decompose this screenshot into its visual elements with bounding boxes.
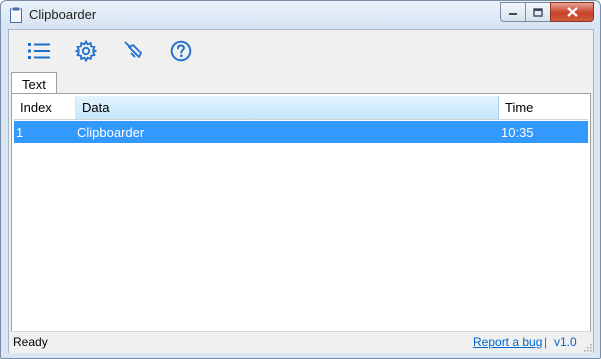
list-button[interactable]	[26, 38, 52, 64]
status-bar: Ready Report a bug | v1.0	[9, 331, 593, 353]
column-header-index[interactable]: Index	[14, 96, 76, 119]
close-icon	[566, 7, 578, 17]
column-header-time[interactable]: Time	[499, 96, 588, 119]
list-icon	[28, 43, 50, 59]
settings-button[interactable]	[73, 38, 99, 64]
help-icon	[170, 40, 192, 62]
maximize-button[interactable]	[525, 2, 550, 22]
version-label: v1.0	[554, 335, 577, 349]
maximize-icon	[533, 7, 543, 17]
clipboard-list[interactable]: Index Data Time 1 Clipboarder 10:35	[11, 93, 591, 333]
column-header-data[interactable]: Data	[76, 96, 499, 119]
window-title: Clipboarder	[29, 7, 97, 22]
status-text: Ready	[13, 335, 48, 349]
window-controls	[500, 2, 594, 22]
help-button[interactable]	[168, 38, 194, 64]
client-area: Text Index Data Time 1 Clipboarder 10:35…	[8, 29, 594, 353]
close-button[interactable]	[550, 2, 594, 22]
report-bug-link[interactable]: Report a bug	[473, 335, 542, 349]
minimize-icon	[509, 13, 517, 15]
table-header: Index Data Time	[14, 96, 588, 120]
row-index: 1	[16, 124, 24, 140]
row-time: 10:35	[501, 124, 534, 140]
row-data: Clipboarder	[77, 124, 145, 140]
toolbar	[9, 30, 593, 70]
tab-strip: Text	[9, 70, 593, 95]
table-row[interactable]: 1 Clipboarder 10:35	[14, 121, 588, 143]
resize-grip-icon[interactable]	[582, 342, 592, 352]
minimize-button[interactable]	[500, 2, 525, 22]
clipboard-icon	[10, 7, 22, 23]
tab-text[interactable]: Text	[11, 72, 57, 95]
broom-icon	[124, 41, 142, 58]
app-window: Clipboarder Text Index Data Time 1 Clipb…	[0, 0, 601, 359]
status-separator: |	[544, 335, 548, 349]
clear-button[interactable]	[120, 38, 146, 64]
title-bar[interactable]: Clipboarder	[1, 1, 600, 29]
gear-icon	[75, 40, 97, 62]
